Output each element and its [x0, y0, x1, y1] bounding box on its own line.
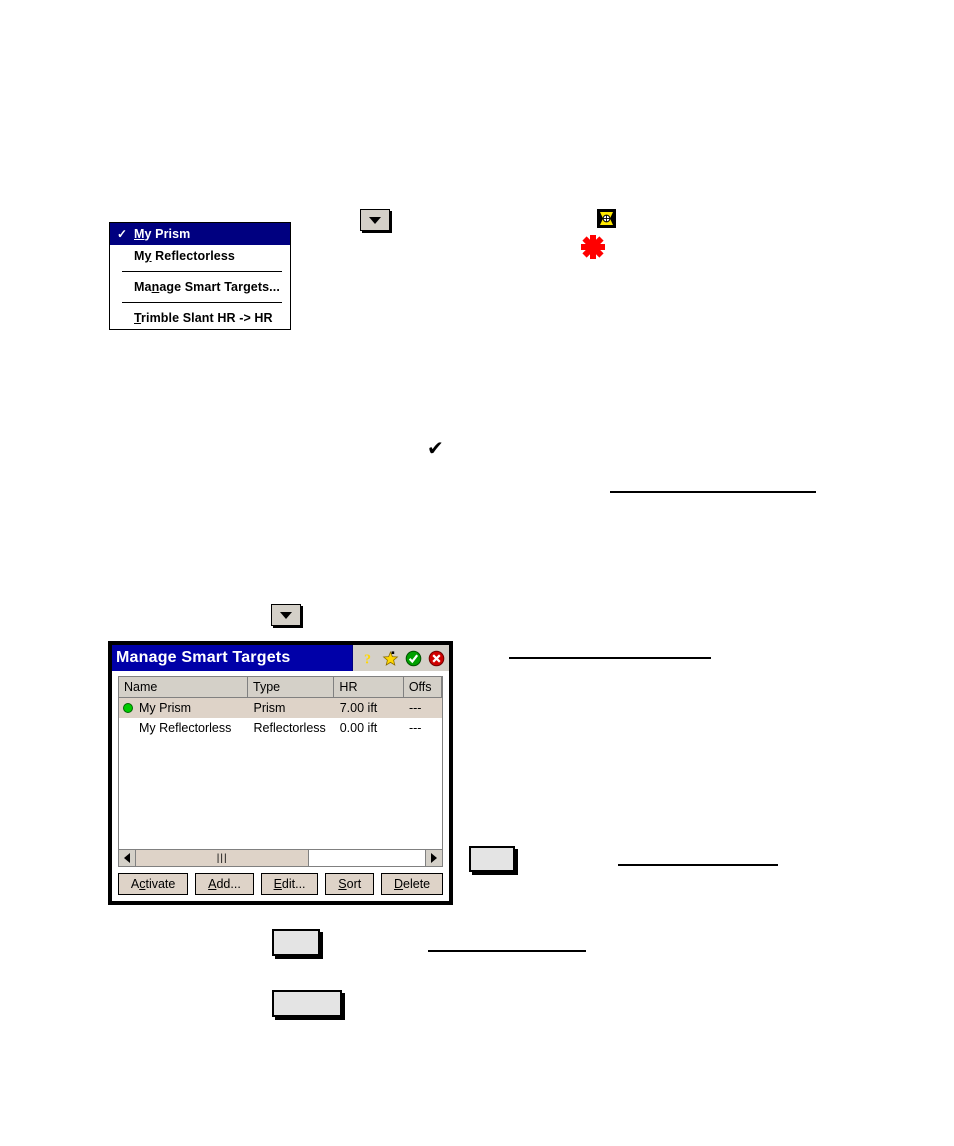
checkmark-icon: ✓: [117, 227, 128, 241]
column-header-offs[interactable]: Offs: [403, 677, 442, 697]
cell-type: Reflectorless: [253, 721, 326, 735]
target-dropdown-button[interactable]: [360, 209, 390, 231]
cell-name: My Prism: [119, 698, 249, 718]
titlebar-icon-group: ?: [352, 645, 449, 671]
cell-name: My Reflectorless: [139, 721, 232, 735]
inline-check-icon: ✔: [427, 436, 444, 460]
menu-item-label: My Reflectorless: [134, 249, 235, 263]
active-target-dot-icon: [123, 703, 133, 713]
ok-check-icon[interactable]: [405, 650, 422, 667]
column-header-name[interactable]: Name: [119, 677, 248, 697]
underline-rule: [428, 950, 586, 952]
cell-offset: ---: [408, 701, 422, 715]
dialog-button-bar: Activate Add... Edit... Sort Delete: [118, 873, 444, 895]
dialog-titlebar: Manage Smart Targets ?: [112, 645, 449, 671]
table-header-row: Name Type HR Offs: [119, 677, 442, 698]
smart-targets-table: Name Type HR Offs My Prism Prism 7.00 ift --- M…: [118, 676, 443, 849]
column-header-hr[interactable]: HR: [334, 677, 404, 697]
underline-rule: [509, 657, 711, 659]
table-row[interactable]: My Reflectorless Reflectorless 0.00 ift ---: [119, 718, 442, 738]
table-body: My Prism Prism 7.00 ift --- My Reflectorless…: [119, 698, 442, 849]
placeholder-button[interactable]: [272, 929, 320, 956]
cell-hr: 0.00 ift: [339, 721, 378, 735]
underline-rule: [610, 491, 816, 493]
placeholder-button[interactable]: [469, 846, 515, 872]
sort-button[interactable]: Sort: [325, 873, 375, 895]
menu-item-trimble-slant-hr-hr[interactable]: Trimble Slant HR -> HR: [110, 307, 290, 329]
cell-offset: ---: [408, 721, 422, 735]
dialog-title: Manage Smart Targets: [116, 649, 291, 666]
menu-item-label: Manage Smart Targets...: [134, 280, 280, 294]
scrollbar-space[interactable]: [309, 850, 425, 866]
favorites-star-icon[interactable]: [382, 650, 399, 667]
scroll-right-arrow-icon[interactable]: [425, 850, 442, 866]
cell-type: Prism: [253, 701, 286, 715]
close-icon[interactable]: [428, 650, 445, 667]
edit-button[interactable]: Edit...: [260, 873, 319, 895]
prism-target-icon: [597, 209, 616, 228]
menu-item-manage-smart-targets[interactable]: Manage Smart Targets...: [110, 276, 290, 298]
horizontal-scrollbar[interactable]: |||: [118, 849, 443, 867]
scroll-left-arrow-icon[interactable]: [119, 850, 136, 866]
add-button[interactable]: Add...: [195, 873, 254, 895]
help-icon[interactable]: ?: [359, 650, 376, 667]
dialog-body: Name Type HR Offs My Prism Prism 7.00 ift --- M…: [112, 671, 449, 901]
menu-item-my-prism[interactable]: ✓ My Prism: [110, 223, 290, 245]
delete-button[interactable]: Delete: [381, 873, 444, 895]
smart-targets-dropdown-button[interactable]: [271, 604, 301, 626]
svg-text:?: ?: [364, 652, 371, 667]
target-dropdown-menu[interactable]: ✓ My Prism My Reflectorless Manage Smart Ta…: [109, 222, 291, 330]
manage-smart-targets-dialog: Manage Smart Targets ? Name Type HR Offs…: [108, 641, 453, 905]
scrollbar-thumb[interactable]: |||: [136, 850, 310, 866]
menu-item-label: My Prism: [134, 227, 191, 241]
activate-button[interactable]: Activate: [118, 873, 189, 895]
red-asterisk-icon: [580, 234, 606, 260]
chevron-down-icon: [369, 216, 381, 224]
cell-hr: 7.00 ift: [339, 701, 378, 715]
menu-item-label: Trimble Slant HR -> HR: [134, 311, 273, 325]
menu-item-my-reflectorless[interactable]: My Reflectorless: [110, 245, 290, 267]
menu-separator: [122, 302, 282, 303]
table-row[interactable]: My Prism Prism 7.00 ift ---: [119, 698, 442, 718]
chevron-down-icon: [280, 611, 292, 619]
menu-separator: [122, 271, 282, 272]
placeholder-button[interactable]: [272, 990, 342, 1017]
scrollbar-track[interactable]: |||: [136, 850, 425, 866]
underline-rule: [618, 864, 778, 866]
column-header-type[interactable]: Type: [248, 677, 335, 697]
